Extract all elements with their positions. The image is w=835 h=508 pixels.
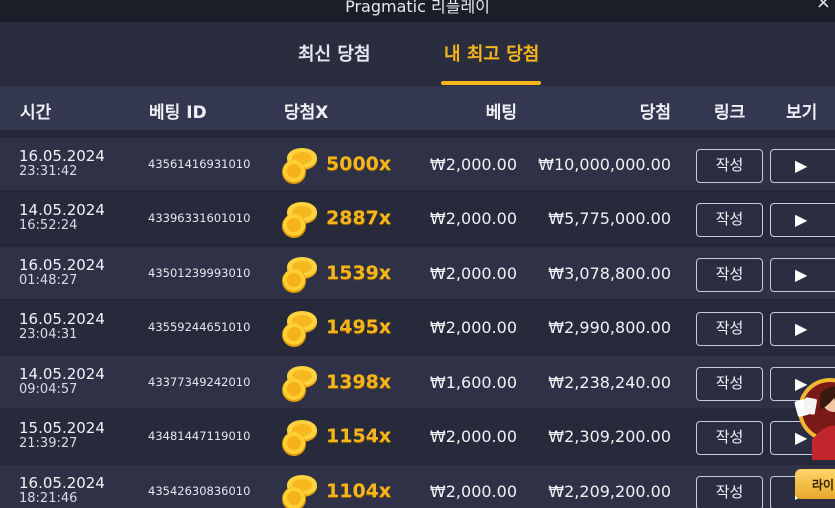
row-bet-id: 43377349242010	[148, 375, 251, 389]
column-header-multiplier: 당첨X	[284, 103, 329, 123]
row-win: ₩2,309,200.00	[548, 427, 671, 446]
window-titlebar: Pragmatic 리플레이 ×	[0, 0, 835, 22]
row-win: ₩2,990,800.00	[548, 318, 671, 337]
gold-coins-icon	[282, 311, 317, 347]
row-time: 01:48:27	[19, 273, 78, 288]
row-multiplier: 1398x	[326, 371, 392, 393]
row-multiplier: 1539x	[326, 262, 392, 284]
row-bet: ₩2,000.00	[429, 482, 517, 501]
row-time: 23:04:31	[19, 327, 78, 342]
column-header-bet: 베팅	[485, 103, 517, 123]
row-bet: ₩2,000.00	[429, 209, 517, 228]
row-multiplier: 2887x	[326, 207, 392, 229]
table-row: 16.05.2024 23:04:31 43559244651010 1495x…	[0, 301, 835, 353]
row-multiplier: 1495x	[326, 316, 392, 338]
row-win: ₩2,238,240.00	[548, 373, 671, 392]
row-bet-id: 43501239993010	[148, 266, 251, 280]
row-time: 16:52:24	[19, 218, 78, 233]
gold-coins-icon	[282, 148, 317, 184]
row-date: 14.05.2024	[19, 365, 105, 383]
table-header: 시간 베팅 ID 당첨X 베팅 당첨 링크 보기	[0, 86, 835, 130]
column-header-bet-id: 베팅 ID	[149, 103, 207, 123]
row-win: ₩3,078,800.00	[548, 264, 671, 283]
row-bet: ₩2,000.00	[429, 427, 517, 446]
play-replay-button[interactable]: ▶	[770, 203, 835, 237]
row-date: 16.05.2024	[19, 474, 105, 492]
row-time: 18:21:46	[19, 491, 78, 506]
gold-coins-icon	[282, 475, 317, 508]
create-link-button[interactable]: 작성	[696, 258, 763, 292]
row-bet: ₩2,000.00	[429, 318, 517, 337]
column-header-view: 보기	[786, 103, 818, 123]
live-casino-button[interactable]: 라이	[795, 469, 835, 499]
play-replay-button[interactable]: ▶	[770, 258, 835, 292]
row-date: 15.05.2024	[19, 419, 105, 437]
table-row: 16.05.2024 18:21:46 43542630836010 1104x…	[0, 465, 835, 508]
column-header-link: 링크	[714, 103, 746, 123]
row-multiplier: 1104x	[326, 480, 392, 502]
table-row: 14.05.2024 09:04:57 43377349242010 1398x…	[0, 356, 835, 408]
row-time: 23:31:42	[19, 164, 78, 179]
row-bet-id: 43561416931010	[148, 157, 251, 171]
row-win: ₩5,775,000.00	[548, 209, 671, 228]
column-header-win: 당첨	[639, 103, 671, 123]
create-link-button[interactable]: 작성	[696, 203, 763, 237]
tab-recent-wins[interactable]: 최신 당첨	[298, 40, 371, 66]
row-time: 09:04:57	[19, 382, 78, 397]
row-bet: ₩2,000.00	[429, 155, 517, 174]
tab-bar: 최신 당첨 내 최고 당첨	[0, 22, 835, 86]
play-icon: ▶	[795, 265, 808, 284]
row-multiplier: 5000x	[326, 153, 392, 175]
create-link-button[interactable]: 작성	[696, 421, 763, 455]
gold-coins-icon	[282, 202, 317, 238]
table-row: 14.05.2024 16:52:24 43396331601010 2887x…	[0, 192, 835, 244]
play-icon: ▶	[795, 210, 808, 229]
create-link-button[interactable]: 작성	[696, 312, 763, 346]
row-date: 16.05.2024	[19, 310, 105, 328]
active-tab-indicator	[441, 81, 541, 85]
tab-my-top-wins[interactable]: 내 최고 당첨	[444, 40, 539, 66]
row-bet: ₩1,600.00	[429, 373, 517, 392]
row-bet: ₩2,000.00	[429, 264, 517, 283]
create-link-button[interactable]: 작성	[696, 367, 763, 401]
row-date: 14.05.2024	[19, 201, 105, 219]
table-row: 16.05.2024 23:31:42 43561416931010 5000x…	[0, 138, 835, 190]
row-win: ₩10,000,000.00	[538, 155, 671, 174]
row-multiplier: 1154x	[326, 425, 392, 447]
row-bet-id: 43559244651010	[148, 320, 251, 334]
close-icon[interactable]: ×	[816, 0, 831, 13]
create-link-button[interactable]: 작성	[696, 476, 763, 508]
play-icon: ▶	[795, 319, 808, 338]
gold-coins-icon	[282, 420, 317, 456]
play-replay-button[interactable]: ▶	[770, 149, 835, 183]
row-bet-id: 43542630836010	[148, 484, 251, 498]
row-date: 16.05.2024	[19, 147, 105, 165]
row-win: ₩2,209,200.00	[548, 482, 671, 501]
table-row: 15.05.2024 21:39:27 43481447119010 1154x…	[0, 410, 835, 462]
row-time: 21:39:27	[19, 436, 78, 451]
play-icon: ▶	[795, 156, 808, 175]
gold-coins-icon	[282, 257, 317, 293]
gold-coins-icon	[282, 366, 317, 402]
row-bet-id: 43396331601010	[148, 211, 251, 225]
column-header-time: 시간	[20, 103, 52, 123]
row-date: 16.05.2024	[19, 256, 105, 274]
create-link-button[interactable]: 작성	[696, 149, 763, 183]
window-title: Pragmatic 리플레이	[345, 0, 490, 16]
table-row: 16.05.2024 01:48:27 43501239993010 1539x…	[0, 247, 835, 299]
play-replay-button[interactable]: ▶	[770, 312, 835, 346]
row-bet-id: 43481447119010	[148, 429, 251, 443]
